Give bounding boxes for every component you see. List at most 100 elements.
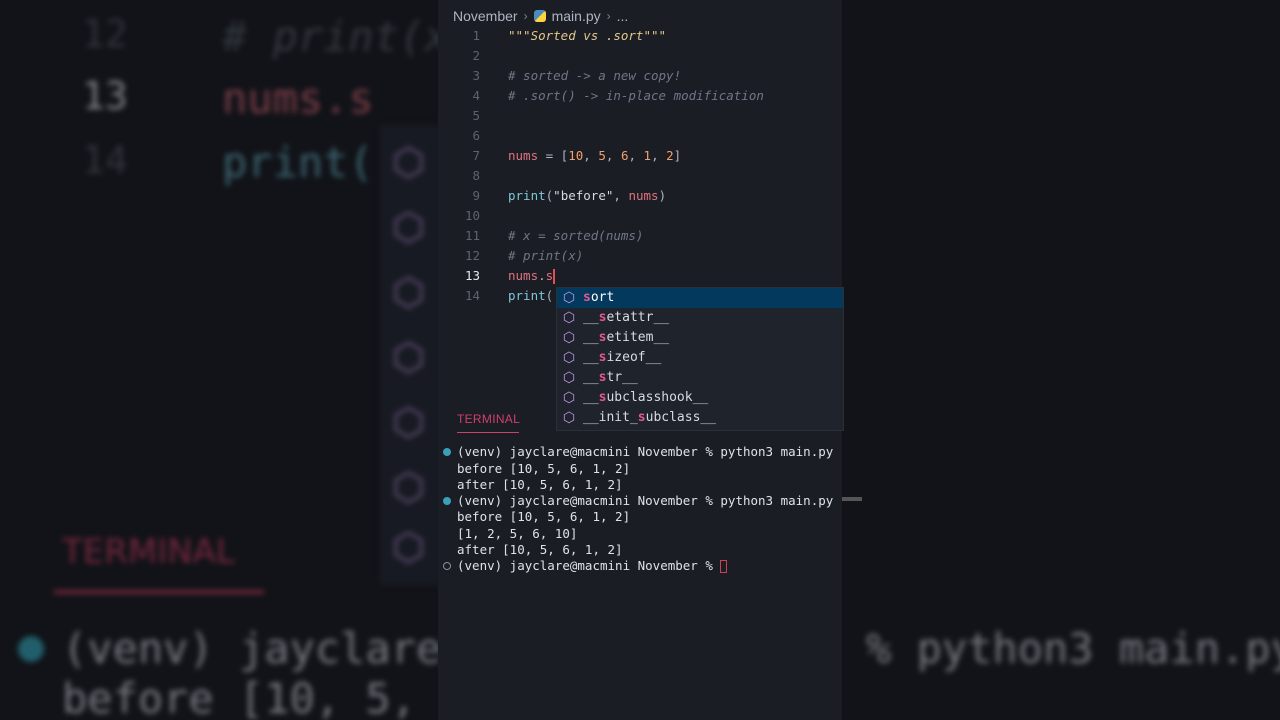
- method-cube-icon: ⬡: [562, 310, 576, 326]
- bg-line-number: 12: [82, 12, 128, 56]
- line-text: # sorted -> a new copy!: [508, 66, 681, 86]
- autocomplete-widget[interactable]: ⬡ sort ⬡ __setattr__ ⬡ __setitem__ ⬡ __sizeof__…: [556, 287, 844, 431]
- code-line[interactable]: 2: [438, 46, 842, 66]
- bg-cube-icon: ⬡: [392, 270, 426, 314]
- bg-cube-icon: ⬡: [392, 400, 426, 444]
- bg-prompt-dot: [18, 636, 44, 662]
- text-cursor: [553, 269, 555, 284]
- code-line[interactable]: 9 print("before", nums): [438, 186, 842, 206]
- suggestion-item[interactable]: ⬡ __str__: [557, 368, 843, 388]
- code-token: ,: [613, 188, 629, 203]
- code-token: "before": [553, 188, 614, 203]
- suggestion-item[interactable]: ⬡ __init_subclass__: [557, 408, 843, 428]
- suggestion-item[interactable]: ⬡ __setitem__: [557, 328, 843, 348]
- tab-terminal[interactable]: TERMINAL: [457, 412, 520, 426]
- code-line[interactable]: 3 # sorted -> a new copy!: [438, 66, 842, 86]
- suggestion-item[interactable]: ⬡ __subclasshook__: [557, 388, 843, 408]
- line-number: 2: [472, 48, 480, 63]
- suggestion-label: __sizeof__: [583, 350, 662, 365]
- terminal-line: [1, 2, 5, 6, 10]: [457, 526, 578, 541]
- code-token: ,: [651, 148, 667, 163]
- suggestion-label: __setitem__: [583, 330, 670, 345]
- code-token: 2: [666, 148, 674, 163]
- code-line[interactable]: 7 nums = [10, 5, 6, 1, 2]: [438, 146, 842, 166]
- terminal-line: before [10, 5, 6, 1, 2]: [457, 509, 631, 524]
- bg-cube-icon: ⬡: [392, 465, 426, 509]
- suggestion-item[interactable]: ⬡ sort: [557, 288, 843, 308]
- code-token: s: [545, 268, 554, 283]
- code-line[interactable]: 12 # print(x): [438, 246, 842, 266]
- line-number: 13: [464, 268, 480, 283]
- code-line[interactable]: 4 # .sort() -> in-place modification: [438, 86, 842, 106]
- line-text: print("before", nums): [508, 186, 666, 206]
- code-line[interactable]: 10: [438, 206, 842, 226]
- line-number: 11: [464, 228, 480, 243]
- bg-code-comment: # print(x): [222, 12, 475, 61]
- bg-code-print: print(: [222, 138, 374, 187]
- breadcrumb-more[interactable]: ...: [617, 8, 629, 24]
- line-text: print(: [508, 286, 553, 306]
- tab-terminal-underline: [457, 432, 519, 433]
- terminal-line: after [10, 5, 6, 1, 2]: [457, 542, 623, 557]
- breadcrumb: November › main.py › ...: [453, 6, 628, 26]
- suggestion-item[interactable]: ⬡ __setattr__: [557, 308, 843, 328]
- code-token: nums: [508, 268, 539, 283]
- line-text: nums.s: [508, 266, 555, 286]
- code-line[interactable]: 8: [438, 166, 842, 186]
- suggestion-label: __str__: [583, 370, 638, 385]
- line-text: # .sort() -> in-place modification: [508, 86, 764, 106]
- code-token: 1: [643, 148, 652, 163]
- suggestion-label: __subclasshook__: [583, 390, 709, 405]
- line-number: 10: [464, 208, 480, 223]
- code-line[interactable]: 11 # x = sorted(nums): [438, 226, 842, 246]
- method-cube-icon: ⬡: [562, 350, 576, 366]
- code-line[interactable]: 13 nums.s: [438, 266, 842, 286]
- chevron-right-icon: ›: [606, 9, 611, 23]
- line-text: # print(x): [508, 246, 583, 266]
- code-token: # print(x): [508, 248, 584, 263]
- suggestion-item[interactable]: ⬡ __sizeof__: [557, 348, 843, 368]
- code-token: = [: [538, 148, 569, 163]
- bg-terminal-underline: [54, 590, 264, 594]
- command-status-dot[interactable]: [443, 562, 451, 570]
- line-text: """Sorted vs .sort""": [508, 26, 666, 46]
- code-token: ,: [583, 148, 599, 163]
- line-number: 7: [472, 148, 480, 163]
- line-number: 6: [472, 128, 480, 143]
- line-number: 3: [472, 68, 480, 83]
- code-token: print: [508, 188, 546, 203]
- code-token: # sorted -> a new copy!: [508, 68, 682, 83]
- method-cube-icon: ⬡: [562, 290, 576, 306]
- code-token: 5: [598, 148, 606, 163]
- code-line[interactable]: 6: [438, 126, 842, 146]
- breadcrumb-file[interactable]: main.py: [552, 8, 601, 24]
- line-number: 9: [472, 188, 480, 203]
- method-cube-icon: ⬡: [562, 410, 576, 426]
- code-token: (: [545, 288, 554, 303]
- code-token: nums: [508, 148, 539, 163]
- code-line[interactable]: 5: [438, 106, 842, 126]
- line-number: 12: [464, 248, 480, 263]
- terminal-line: before [10, 5, 6, 1, 2]: [457, 461, 631, 476]
- code-token: # x = sorted(nums): [508, 228, 644, 243]
- chevron-right-icon: ›: [523, 9, 528, 23]
- line-number: 4: [472, 88, 480, 103]
- code-token: nums: [628, 188, 659, 203]
- code-token: # .sort() -> in-place modification: [508, 88, 764, 103]
- code-token: 10: [568, 148, 584, 163]
- terminal-line: (venv) jayclare@macmini November %: [457, 557, 728, 574]
- bg-terminal-line: before [10, 5, 6: [62, 674, 467, 720]
- terminal-scrollbar[interactable]: [842, 497, 862, 501]
- command-status-dot[interactable]: [443, 497, 451, 505]
- breadcrumb-folder[interactable]: November: [453, 8, 518, 24]
- code-token: .: [538, 268, 546, 283]
- bg-cube-icon: ⬡: [392, 525, 426, 569]
- command-status-dot[interactable]: [443, 448, 451, 456]
- code-line[interactable]: 1 """Sorted vs .sort""": [438, 26, 842, 46]
- line-text: nums = [10, 5, 6, 1, 2]: [508, 146, 681, 166]
- python-file-icon: [533, 10, 546, 22]
- line-text: # x = sorted(nums): [508, 226, 643, 246]
- suggestion-label: __init_subclass__: [583, 410, 717, 425]
- terminal-line: (venv) jayclare@macmini November % pytho…: [457, 493, 834, 508]
- bg-cube-icon: ⬡: [392, 205, 426, 249]
